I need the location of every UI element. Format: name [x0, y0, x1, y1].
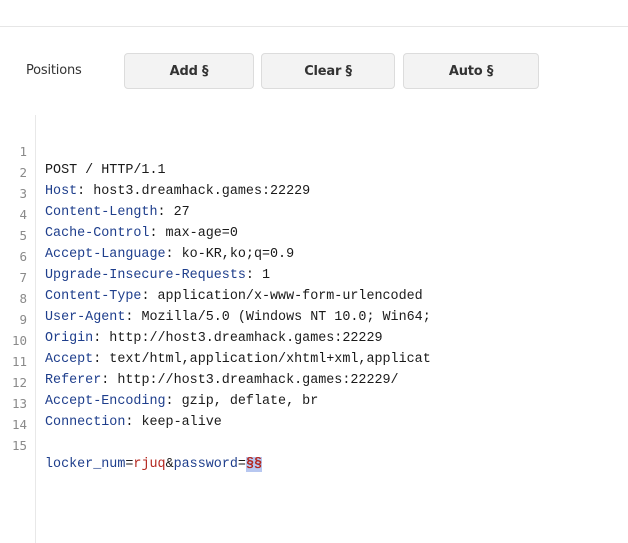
body-line: locker_num=rjuq&password=§§: [45, 457, 263, 472]
param-key: locker_num: [45, 457, 126, 472]
editor-line: 13 Connection: keep-alive: [0, 374, 628, 430]
editor-line: 7 Content-Type: application/x-www-form-u…: [0, 248, 628, 304]
payload-marker[interactable]: §§: [245, 457, 263, 472]
editor-line: 3 Content-Length: 27: [0, 164, 628, 220]
auto-markers-button[interactable]: Auto §: [403, 53, 539, 89]
editor-line: 5 Accept-Language: ko-KR,ko;q=0.9: [0, 206, 628, 262]
clear-markers-button[interactable]: Clear §: [261, 53, 395, 89]
line-number: 15: [11, 438, 27, 453]
param-separator: &: [165, 457, 174, 472]
positions-label: Positions: [26, 63, 82, 78]
param-value: rjuq: [133, 457, 166, 472]
positions-toolbar: Positions Add § Clear § Auto §: [0, 53, 628, 91]
add-marker-button[interactable]: Add §: [124, 53, 254, 89]
editor-line: 6 Upgrade-Insecure-Requests: 1: [0, 227, 628, 283]
editor-line: 10 Accept: text/html,application/xhtml+x…: [0, 311, 628, 367]
editor-line: 15 locker_num=rjuq&password=§§: [0, 416, 628, 472]
editor-line: 4 Cache-Control: max-age=0: [0, 185, 628, 241]
editor-line: 8 User-Agent: Mozilla/5.0 (Windows NT 10…: [0, 269, 628, 325]
param-key: password: [173, 457, 238, 472]
top-divider: [0, 26, 628, 27]
editor-line: 2 Host: host3.dreamhack.games:22229: [0, 143, 628, 199]
request-editor[interactable]: 1 POST / HTTP/1.1 2 Host: host3.dreamhac…: [0, 115, 628, 543]
editor-line: 9 Origin: http://host3.dreamhack.games:2…: [0, 290, 628, 346]
editor-line: 11 Referer: http://host3.dreamhack.games…: [0, 332, 628, 388]
editor-line: 1 POST / HTTP/1.1: [0, 122, 628, 178]
editor-line: 12 Accept-Encoding: gzip, deflate, br: [0, 353, 628, 409]
editor-line: 14: [0, 395, 628, 432]
